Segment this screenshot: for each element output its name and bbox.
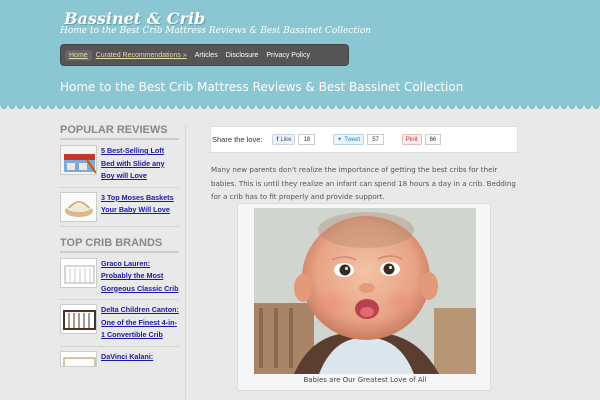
page-heading: Home to the Best Crib Mattress Reviews &… xyxy=(60,80,464,94)
sidebar: POPULAR REVIEWS 5 Best-Selling Loft Bed … xyxy=(60,124,179,371)
list-item: 3 Top Moses Baskets Your Baby Will Love xyxy=(60,188,179,227)
popular-reviews-title: POPULAR REVIEWS xyxy=(60,124,179,140)
popular-review-link[interactable]: 3 Top Moses Baskets Your Baby Will Love xyxy=(101,192,179,217)
tweet-group: ✦ Tweet 57 xyxy=(333,134,384,145)
site-tagline: Home to the Best Crib Mattress Reviews &… xyxy=(60,26,372,36)
pin-it-label: Pinit xyxy=(405,136,418,143)
list-item: Graco Lauren: Probably the Most Gorgeous… xyxy=(60,253,179,300)
moses-basket-thumbnail[interactable] xyxy=(60,191,97,222)
like-label: Like xyxy=(280,136,292,143)
nav-item-curated-recommendations[interactable]: Curated Recommendations » xyxy=(92,50,191,61)
nav-item-disclosure[interactable]: Disclosure xyxy=(222,50,263,61)
baby-photo[interactable] xyxy=(254,208,476,374)
nav-item-articles[interactable]: Articles xyxy=(191,50,222,61)
figure-caption: Babies are Our Greatest Love of All xyxy=(303,376,427,384)
share-bar: Share the love: f Like 18 ✦ Tweet 57 Pin… xyxy=(210,126,518,153)
delta-crib-thumbnail[interactable] xyxy=(60,304,97,334)
article-intro: Many new parents don't realize the impor… xyxy=(211,165,516,201)
crib-brand-link[interactable]: Graco Lauren: Probably the Most Gorgeous… xyxy=(101,258,179,296)
facebook-icon: f xyxy=(276,136,279,143)
crib-brand-link[interactable]: Delta Children Canton: One of the Finest… xyxy=(101,304,179,342)
like-count: 18 xyxy=(298,134,316,145)
nav-item-privacy-policy[interactable]: Privacy Policy xyxy=(262,50,314,61)
article-text-continuation xyxy=(211,394,521,400)
tweet-count: 57 xyxy=(367,134,384,145)
facebook-like-group: f Like 18 xyxy=(272,134,316,145)
davinci-crib-thumbnail[interactable] xyxy=(60,350,97,367)
pin-it-button[interactable]: Pinit xyxy=(401,134,422,145)
share-label: Share the love: xyxy=(212,135,263,144)
article-figure: Babies are Our Greatest Love of All xyxy=(237,203,491,391)
popular-review-link[interactable]: 5 Best-Selling Loft Bed with Slide any B… xyxy=(101,145,179,183)
list-item: 5 Best-Selling Loft Bed with Slide any B… xyxy=(60,140,179,188)
main-nav: Home Curated Recommendations » Articles … xyxy=(60,44,349,66)
pin-count: 66 xyxy=(424,134,442,145)
graco-crib-thumbnail[interactable] xyxy=(60,257,97,288)
pinterest-group: Pinit 66 xyxy=(401,134,442,145)
list-item: Delta Children Canton: One of the Finest… xyxy=(60,300,179,347)
twitter-bird-icon: ✦ xyxy=(337,137,343,143)
tweet-label: Tweet xyxy=(344,136,361,143)
list-item: DaVinci Kalani: xyxy=(60,347,179,371)
loft-bed-thumbnail[interactable] xyxy=(60,145,97,175)
facebook-like-button[interactable]: f Like xyxy=(272,134,296,145)
nav-item-home[interactable]: Home xyxy=(65,49,92,61)
top-crib-brands-title: TOP CRIB BRANDS xyxy=(60,237,179,253)
tweet-button[interactable]: ✦ Tweet xyxy=(333,134,365,145)
sidebar-divider xyxy=(185,124,186,400)
crib-brand-link[interactable]: DaVinci Kalani: xyxy=(101,351,153,364)
site-header: Bassinet & Crib Home to the Best Crib Ma… xyxy=(0,0,600,110)
